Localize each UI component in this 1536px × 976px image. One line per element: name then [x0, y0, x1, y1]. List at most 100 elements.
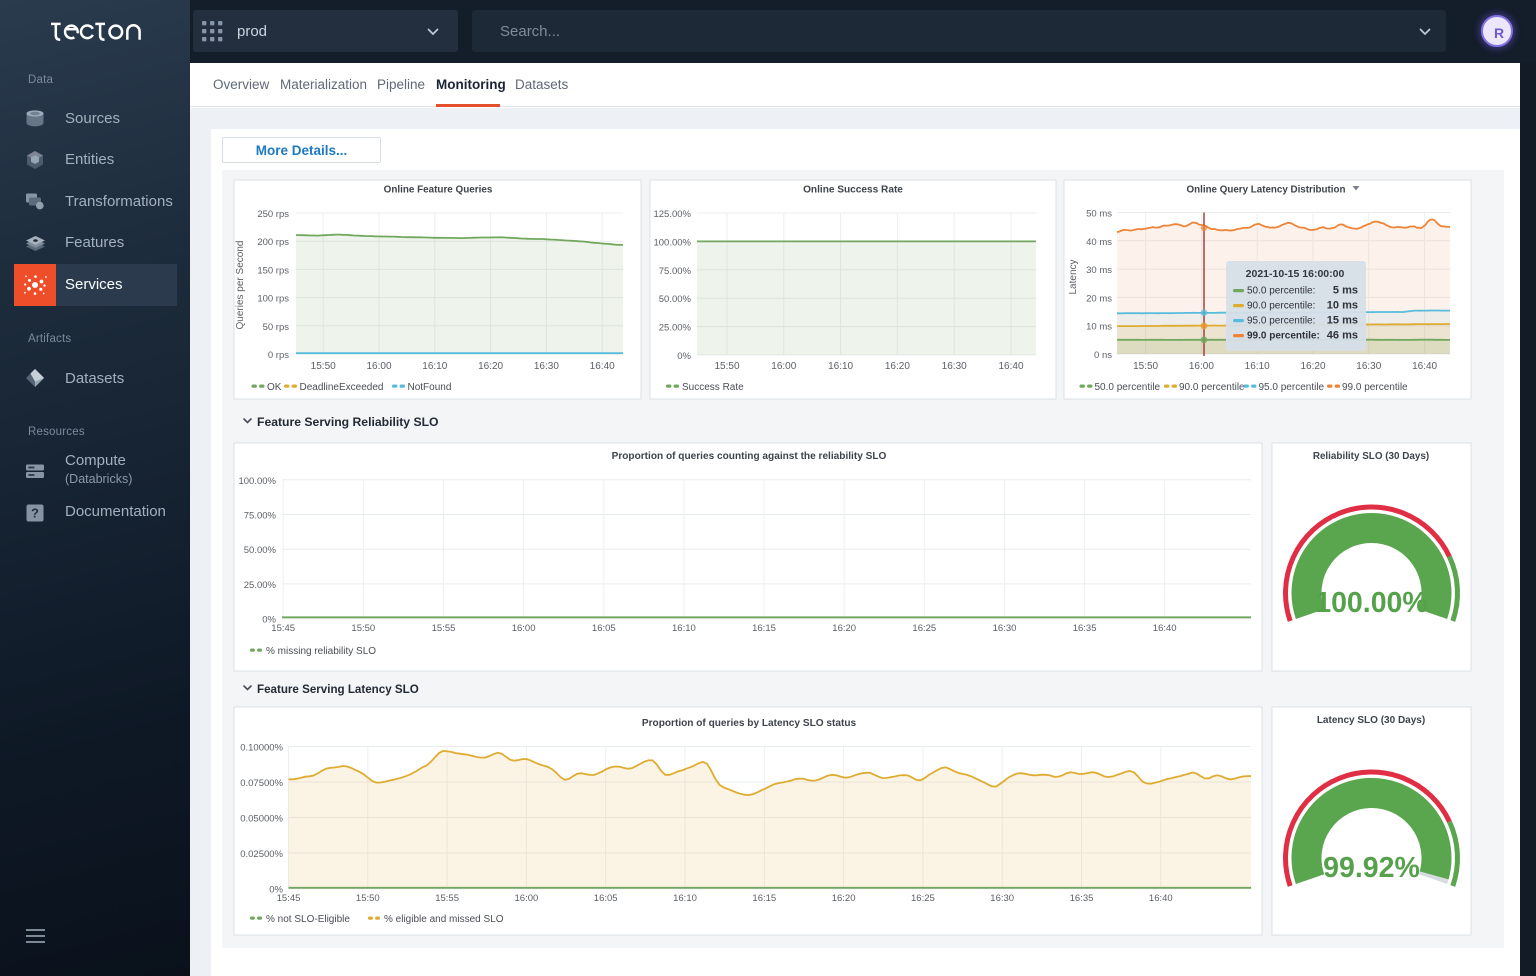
svg-text:16:05: 16:05 [592, 623, 616, 634]
svg-text:16:20: 16:20 [1300, 361, 1325, 372]
svg-text:50.0 percentile: 50.0 percentile [1095, 382, 1161, 393]
svg-text:25.00%: 25.00% [244, 580, 277, 591]
svg-text:NotFound: NotFound [408, 382, 452, 393]
svg-text:Latency SLO (30 Days): Latency SLO (30 Days) [1317, 715, 1425, 726]
svg-text:99.92%: 99.92% [1323, 852, 1420, 884]
svg-text:0%: 0% [677, 351, 691, 362]
svg-text:16:30: 16:30 [942, 361, 967, 372]
svg-text:100.00%: 100.00% [653, 237, 691, 248]
svg-text:Online Query Latency Distribut: Online Query Latency Distribution [1187, 185, 1346, 196]
svg-text:Online Feature Queries: Online Feature Queries [384, 185, 493, 196]
svg-text:15:55: 15:55 [432, 623, 456, 634]
svg-text:16:25: 16:25 [912, 623, 936, 634]
svg-text:40 ms: 40 ms [1086, 237, 1112, 248]
svg-text:OK: OK [267, 382, 282, 393]
svg-text:10 ms: 10 ms [1327, 300, 1358, 312]
svg-text:16:30: 16:30 [993, 623, 1017, 634]
svg-text:125.00%: 125.00% [653, 209, 691, 220]
svg-text:50.0 percentile:: 50.0 percentile: [1247, 286, 1315, 297]
svg-text:95.0 percentile: 95.0 percentile [1259, 382, 1325, 393]
svg-text:15:50: 15:50 [356, 893, 380, 904]
svg-text:16:40: 16:40 [1153, 623, 1177, 634]
svg-text:16:30: 16:30 [990, 893, 1014, 904]
svg-text:15:50: 15:50 [714, 361, 739, 372]
svg-text:Proportion of queries counting: Proportion of queries counting against t… [612, 451, 887, 462]
svg-text:100 rps: 100 rps [257, 294, 289, 305]
svg-text:99.0 percentile: 99.0 percentile [1342, 382, 1408, 393]
svg-text:95.0 percentile:: 95.0 percentile: [1247, 316, 1315, 327]
svg-text:16:25: 16:25 [911, 893, 935, 904]
svg-text:Latency: Latency [1068, 259, 1079, 294]
svg-text:16:00: 16:00 [771, 361, 796, 372]
svg-text:0 rps: 0 rps [268, 350, 289, 361]
svg-text:100.00%: 100.00% [1315, 587, 1428, 619]
svg-text:16:15: 16:15 [752, 623, 776, 634]
svg-text:Success Rate: Success Rate [682, 382, 744, 393]
svg-text:16:30: 16:30 [534, 361, 559, 372]
svg-text:250 rps: 250 rps [257, 209, 289, 220]
svg-text:46 ms: 46 ms [1327, 330, 1358, 342]
svg-text:% not SLO-Eligible: % not SLO-Eligible [266, 914, 350, 925]
svg-text:16:10: 16:10 [422, 361, 447, 372]
svg-text:2021-10-15 16:00:00: 2021-10-15 16:00:00 [1246, 268, 1345, 280]
svg-text:Feature Serving Reliability SL: Feature Serving Reliability SLO [257, 415, 439, 429]
svg-text:16:30: 16:30 [1356, 361, 1381, 372]
svg-text:16:35: 16:35 [1070, 893, 1094, 904]
svg-text:25.00%: 25.00% [659, 323, 692, 334]
svg-text:16:10: 16:10 [673, 893, 697, 904]
svg-text:Reliability SLO (30 Days): Reliability SLO (30 Days) [1313, 451, 1429, 462]
svg-text:0 ns: 0 ns [1094, 350, 1112, 361]
svg-text:90.0 percentile: 90.0 percentile [1179, 382, 1245, 393]
svg-text:DeadlineExceeded: DeadlineExceeded [300, 382, 384, 393]
svg-text:0.02500%: 0.02500% [240, 849, 283, 860]
svg-text:16:40: 16:40 [1412, 361, 1437, 372]
svg-text:16:20: 16:20 [832, 893, 856, 904]
svg-text:% eligible and missed SLO: % eligible and missed SLO [384, 914, 504, 925]
svg-text:16:40: 16:40 [590, 361, 615, 372]
svg-text:100.00%: 100.00% [238, 476, 276, 487]
svg-text:Online Success Rate: Online Success Rate [803, 185, 903, 196]
svg-text:Queries per Second: Queries per Second [235, 241, 246, 330]
svg-text:15:45: 15:45 [271, 623, 295, 634]
svg-text:20 ms: 20 ms [1086, 293, 1112, 304]
svg-text:5 ms: 5 ms [1333, 285, 1358, 297]
svg-text:Proportion of queries by Laten: Proportion of queries by Latency SLO sta… [642, 718, 857, 729]
svg-text:50.00%: 50.00% [659, 294, 692, 305]
svg-text:16:00: 16:00 [1189, 361, 1214, 372]
svg-text:15:50: 15:50 [1133, 361, 1158, 372]
svg-text:16:20: 16:20 [832, 623, 856, 634]
svg-text:200 rps: 200 rps [257, 237, 289, 248]
svg-text:50.00%: 50.00% [244, 545, 277, 556]
svg-text:75.00%: 75.00% [244, 511, 277, 522]
svg-text:99.0 percentile:: 99.0 percentile: [1247, 331, 1320, 342]
svg-text:16:10: 16:10 [672, 623, 696, 634]
svg-text:16:40: 16:40 [998, 361, 1023, 372]
svg-text:16:00: 16:00 [512, 623, 536, 634]
svg-text:16:15: 16:15 [752, 893, 776, 904]
svg-text:16:40: 16:40 [1149, 893, 1173, 904]
svg-text:16:00: 16:00 [515, 893, 539, 904]
svg-text:15:55: 15:55 [435, 893, 459, 904]
svg-text:16:20: 16:20 [885, 361, 910, 372]
svg-text:75.00%: 75.00% [659, 266, 692, 277]
svg-text:0.07500%: 0.07500% [240, 778, 283, 789]
svg-text:16:10: 16:10 [828, 361, 853, 372]
svg-text:15 ms: 15 ms [1327, 315, 1358, 327]
svg-text:16:00: 16:00 [366, 361, 391, 372]
svg-text:Feature Serving Latency SLO: Feature Serving Latency SLO [257, 683, 419, 696]
svg-text:30 ms: 30 ms [1086, 265, 1112, 276]
svg-text:16:10: 16:10 [1245, 361, 1270, 372]
svg-text:50 rps: 50 rps [263, 322, 290, 333]
svg-text:16:05: 16:05 [594, 893, 618, 904]
svg-text:150 rps: 150 rps [257, 265, 289, 276]
svg-text:90.0 percentile:: 90.0 percentile: [1247, 301, 1315, 312]
svg-text:16:20: 16:20 [478, 361, 503, 372]
svg-text:15:50: 15:50 [311, 361, 336, 372]
svg-text:50 ms: 50 ms [1086, 209, 1112, 220]
svg-text:15:45: 15:45 [277, 893, 301, 904]
svg-text:0.05000%: 0.05000% [240, 814, 283, 825]
svg-text:% missing reliability SLO: % missing reliability SLO [266, 646, 376, 657]
svg-text:15:50: 15:50 [351, 623, 375, 634]
svg-text:16:35: 16:35 [1073, 623, 1097, 634]
svg-text:0.10000%: 0.10000% [240, 743, 283, 754]
